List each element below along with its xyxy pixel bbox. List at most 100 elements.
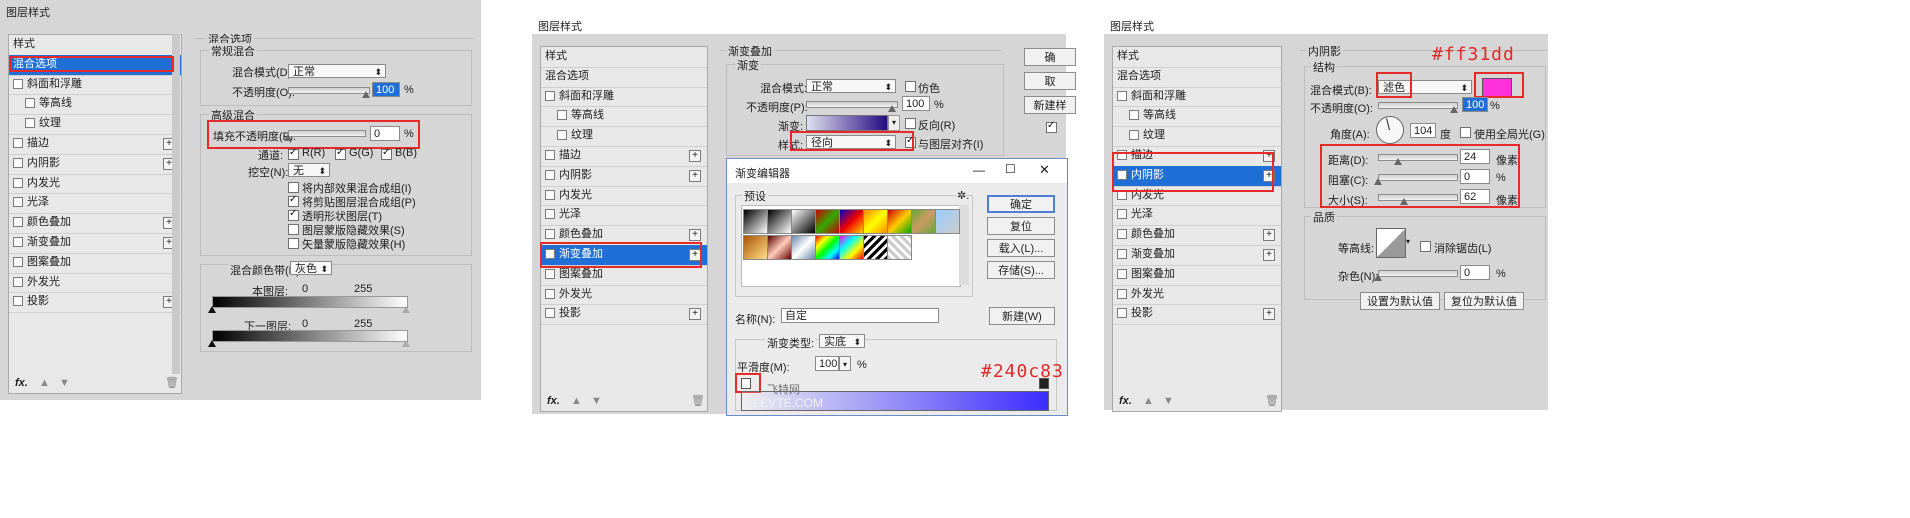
style-list-item[interactable]: 描边 + <box>9 134 181 155</box>
gradient-preset-swatch[interactable] <box>791 235 816 260</box>
gradient-preset-swatch[interactable] <box>743 209 768 234</box>
preview-checkbox[interactable] <box>1046 120 1057 133</box>
style-enable-checkbox[interactable] <box>1117 288 1127 299</box>
smoothness-input[interactable]: 100 <box>815 356 839 371</box>
angle-input[interactable]: 104 <box>1410 123 1436 138</box>
gradient-preset-swatch[interactable] <box>911 209 936 234</box>
reverse-checkbox[interactable] <box>905 118 916 129</box>
gradient-type-select[interactable]: 实底 <box>819 334 865 349</box>
trash-icon[interactable]: 🗑 <box>691 394 705 407</box>
style-list-item[interactable]: 图案叠加 <box>9 253 181 274</box>
fx-button[interactable]: fx. <box>547 395 560 407</box>
ok-button[interactable]: 确 <box>1024 48 1076 66</box>
close-icon[interactable]: ✕ <box>1039 162 1050 178</box>
under-layer-gradient[interactable] <box>212 330 408 342</box>
this-layer-white-thumb[interactable] <box>402 306 410 313</box>
style-enable-checkbox[interactable] <box>1117 308 1127 319</box>
style-list-item[interactable]: 混合选项 <box>1113 67 1281 88</box>
add-effect-icon[interactable]: + <box>689 169 701 182</box>
blend-mode-select[interactable]: 正常 <box>806 79 896 94</box>
style-enable-checkbox[interactable] <box>1117 249 1127 260</box>
gradient-preset-swatch[interactable] <box>839 235 864 260</box>
style-list-item[interactable]: 投影 + <box>1113 304 1281 326</box>
add-effect-icon[interactable]: + <box>689 308 701 321</box>
style-enable-checkbox[interactable] <box>13 256 23 267</box>
style-list-item[interactable]: 等高线 <box>541 106 707 128</box>
this-layer-gradient[interactable] <box>212 296 408 308</box>
noise-input[interactable]: 0 <box>1460 265 1490 280</box>
reset-default-button[interactable]: 复位为默认值 <box>1444 292 1524 310</box>
style-list-item[interactable]: 渐变叠加 + <box>1113 245 1281 266</box>
gradient-preset-swatch[interactable] <box>887 209 912 234</box>
minimize-icon[interactable]: — <box>973 163 985 177</box>
add-effect-icon[interactable]: + <box>1263 229 1275 242</box>
style-list-item[interactable]: 颜色叠加 + <box>9 213 181 234</box>
blend-if-select[interactable]: 灰色 <box>290 261 332 276</box>
opacity-slider-thumb[interactable] <box>362 91 370 98</box>
style-enable-checkbox[interactable] <box>545 268 555 279</box>
style-enable-checkbox[interactable] <box>13 78 23 89</box>
angle-dial[interactable] <box>1376 116 1404 144</box>
channel-g-checkbox[interactable] <box>335 147 346 160</box>
noise-slider-thumb[interactable] <box>1374 274 1382 281</box>
style-list-item[interactable]: 等高线 <box>1113 106 1281 128</box>
cancel-button[interactable]: 取 <box>1024 72 1076 90</box>
gradient-preset-swatch[interactable] <box>767 235 792 260</box>
style-list-item[interactable]: 内阴影 + <box>9 154 181 175</box>
style-enable-checkbox[interactable] <box>557 130 567 141</box>
style-enable-checkbox[interactable] <box>1117 229 1127 240</box>
blend-interior-checkbox[interactable] <box>288 182 299 193</box>
style-list-item[interactable]: 样式 <box>1113 47 1281 68</box>
style-enable-checkbox[interactable] <box>545 150 555 161</box>
style-enable-checkbox[interactable] <box>13 157 23 168</box>
add-effect-icon[interactable]: + <box>1263 308 1275 321</box>
opacity-input[interactable]: 100 <box>902 96 930 111</box>
gradient-preset-swatch[interactable] <box>791 209 816 234</box>
layer-mask-hides-checkbox[interactable] <box>288 224 299 235</box>
style-enable-checkbox[interactable] <box>13 138 23 149</box>
style-list-item[interactable]: 颜色叠加 + <box>1113 225 1281 246</box>
vector-mask-hides-checkbox[interactable] <box>288 238 299 249</box>
channel-b-checkbox[interactable] <box>381 147 392 160</box>
style-list-item[interactable]: 样式 <box>541 47 707 68</box>
style-list-item[interactable]: 纹理 <box>1113 126 1281 147</box>
style-list-item[interactable]: 投影 + <box>541 304 707 326</box>
reset-button[interactable]: 复位 <box>987 217 1055 235</box>
style-list-item[interactable]: 图案叠加 <box>1113 265 1281 286</box>
style-enable-checkbox[interactable] <box>13 197 23 208</box>
move-down-icon[interactable]: ▼ <box>1163 395 1174 407</box>
add-effect-icon[interactable]: + <box>689 229 701 242</box>
gradient-preview[interactable] <box>806 115 888 131</box>
style-enable-checkbox[interactable] <box>545 229 555 240</box>
style-list-item[interactable]: 内阴影 + <box>541 166 707 187</box>
style-list-item[interactable]: 等高线 <box>9 94 181 116</box>
list-scrollbar[interactable] <box>172 34 180 374</box>
style-enable-checkbox[interactable] <box>545 189 555 200</box>
name-input[interactable]: 自定 <box>781 308 939 323</box>
gradient-preset-swatch[interactable] <box>863 209 888 234</box>
style-enable-checkbox[interactable] <box>25 118 35 129</box>
new-button[interactable]: 新建(W) <box>989 307 1055 325</box>
move-down-icon[interactable]: ▼ <box>591 395 602 407</box>
style-list-item[interactable]: 光泽 <box>1113 205 1281 227</box>
smoothness-dropdown-icon[interactable]: ▾ <box>839 356 851 371</box>
style-list-item[interactable]: 混合选项 <box>541 67 707 88</box>
style-enable-checkbox[interactable] <box>13 276 23 287</box>
style-list-item[interactable]: 渐变叠加 + <box>9 233 181 254</box>
style-enable-checkbox[interactable] <box>13 177 23 188</box>
opacity-slider[interactable] <box>288 87 370 94</box>
style-list-item[interactable]: 外发光 <box>1113 285 1281 306</box>
contour-preview[interactable] <box>1376 228 1406 258</box>
opacity-slider-thumb[interactable] <box>1450 106 1458 113</box>
style-enable-checkbox[interactable] <box>545 169 555 180</box>
style-list-item[interactable]: 投影 + <box>9 292 181 314</box>
style-list-item[interactable]: 纹理 <box>541 126 707 147</box>
style-list-item[interactable]: 斜面和浮雕 <box>541 87 707 108</box>
antialias-checkbox[interactable] <box>1420 241 1431 252</box>
style-list-item[interactable]: 斜面和浮雕 <box>1113 87 1281 108</box>
move-up-icon[interactable]: ▲ <box>39 377 50 389</box>
gradient-preset-swatch[interactable] <box>767 209 792 234</box>
move-down-icon[interactable]: ▼ <box>59 377 70 389</box>
style-enable-checkbox[interactable] <box>1117 209 1127 220</box>
style-enable-checkbox[interactable] <box>545 209 555 220</box>
